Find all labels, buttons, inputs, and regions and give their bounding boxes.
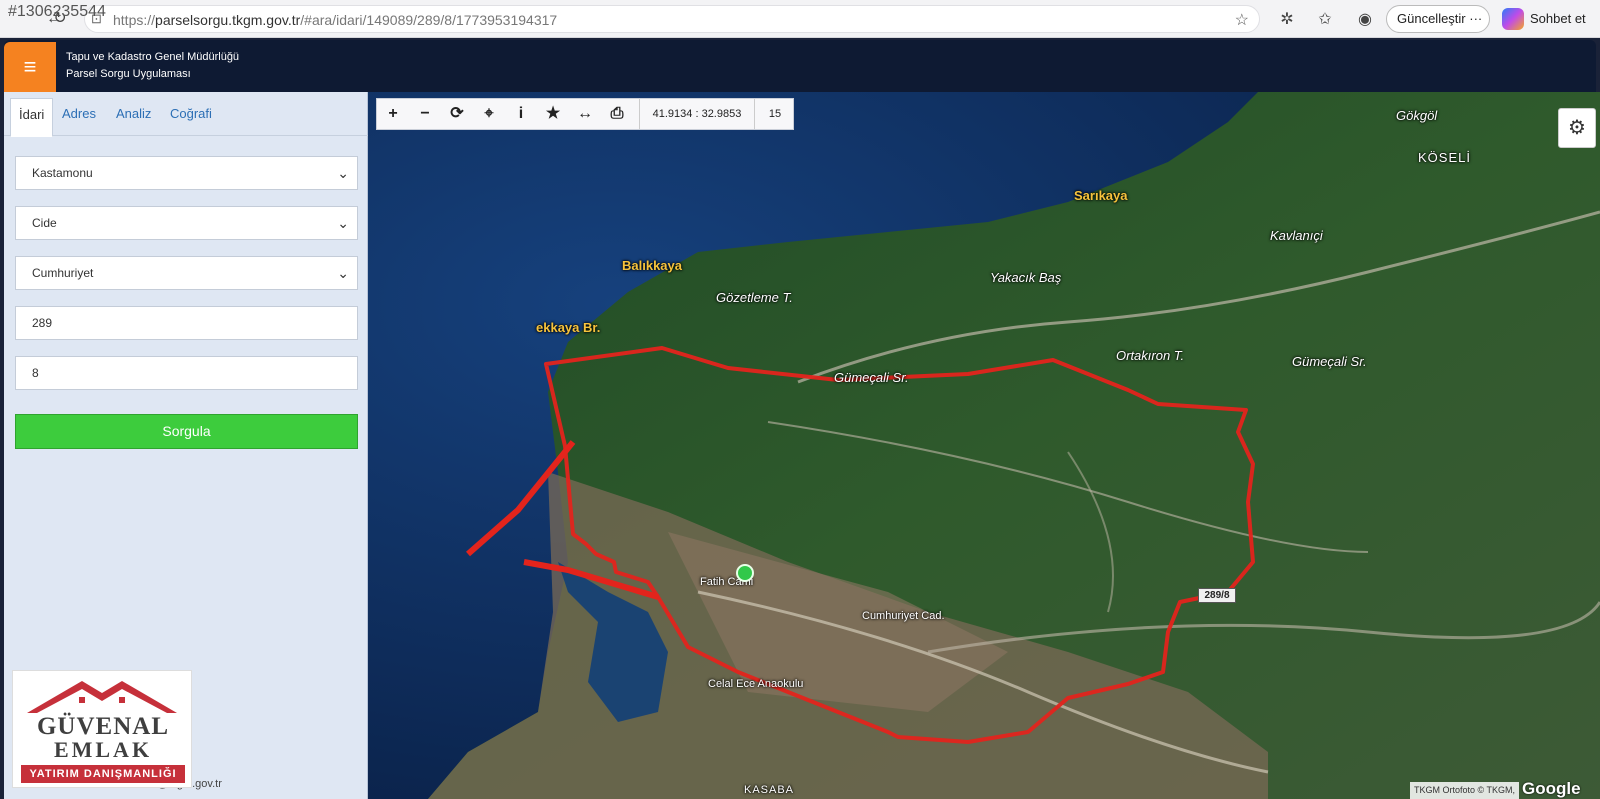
label-celal-ece: Celal Ece Anaokulu (708, 678, 804, 690)
favorite-star-icon[interactable]: ☆ (1235, 10, 1249, 30)
label-yakacik: Yakacık Baş (990, 270, 1062, 285)
app-header (4, 40, 1596, 92)
query-button[interactable]: Sorgula (15, 414, 358, 449)
profile-icon[interactable]: ◉ (1354, 9, 1376, 29)
locate-icon[interactable]: ⌖ (473, 99, 505, 129)
label-kavlanici: Kavlanıçi (1270, 228, 1323, 243)
measure-icon[interactable]: ↔ (569, 99, 601, 129)
map-toolbar: + − ⟳ ⌖ i ★ ↔ ⎙ 41.9134 : 32.9853 15 (376, 98, 794, 130)
parcel-number-label: 289/8 (1198, 588, 1236, 603)
district-select[interactable]: Cide ⌄ (15, 206, 358, 240)
url-text: https://parselsorgu.tkgm.gov.tr/#ara/ida… (113, 12, 558, 28)
gear-icon[interactable]: ⚙ (1558, 108, 1596, 148)
chevron-down-icon: ⌄ (337, 265, 349, 281)
label-sarikaya: Sarıkaya (1074, 188, 1128, 203)
label-ortakiron: Ortakıron T. (1116, 348, 1185, 363)
chevron-down-icon: ⌄ (337, 165, 349, 181)
label-gozetleme: Gözetleme T. (716, 290, 793, 305)
listing-id-watermark: #1306235544 (8, 3, 106, 20)
label-gokgol: Gökgöl (1396, 108, 1438, 123)
house-roof-icon (27, 681, 177, 713)
favorites-icon[interactable]: ✩ (1314, 9, 1336, 29)
app-title: Tapu ve Kadastro Genel Müdürlüğü Parsel … (66, 49, 239, 83)
browser-toolbar: ← ↻ ⊡ https://parselsorgu.tkgm.gov.tr/#a… (0, 0, 1600, 38)
parcel-input[interactable]: 8 (15, 356, 358, 390)
brand-logo: GÜVENAL EMLAK YATIRIM DANIŞMANLIĞI (12, 670, 192, 788)
brand-tagline: YATIRIM DANIŞMANLIĞI (21, 765, 185, 783)
extensions-icon[interactable]: ✲ (1276, 9, 1298, 29)
label-ekkaya: ekkaya Br. (536, 320, 601, 335)
label-gumecali-1: Gümeçali Sr. (834, 370, 909, 385)
brand-name-secondary: EMLAK (53, 737, 153, 762)
label-balikkaya: Balıkkaya (622, 258, 682, 273)
zoom-level: 15 (768, 108, 782, 120)
province-select[interactable]: Kastamonu ⌄ (15, 156, 358, 190)
label-gumecali-2: Gümeçali Sr. (1292, 354, 1367, 369)
tab-bar: İdari Adres Analiz Coğrafi (4, 92, 368, 137)
coordinate-readout: 41.9134 : 32.9853 (639, 99, 755, 129)
print-icon[interactable]: ⎙ (601, 99, 633, 129)
app-title-line1: Tapu ve Kadastro Genel Müdürlüğü (66, 51, 240, 63)
hamburger-menu-icon[interactable]: ≡ (4, 42, 56, 92)
tab-adres[interactable]: Adres (62, 106, 96, 121)
bookmark-star-icon[interactable]: ★ (537, 99, 569, 129)
map-attribution: TKGM Ortofoto © TKGM, (1410, 782, 1519, 799)
zoom-out-icon[interactable]: − (409, 99, 441, 129)
tab-cografi[interactable]: Coğrafi (170, 106, 212, 121)
copilot-icon (1502, 8, 1524, 30)
refresh-icon[interactable]: ⟳ (441, 99, 473, 129)
address-bar[interactable]: ⊡ https://parselsorgu.tkgm.gov.tr/#ara/i… (84, 5, 1260, 33)
mosque-pin-icon[interactable] (736, 564, 754, 582)
tab-analiz[interactable]: Analiz (116, 106, 151, 121)
label-koseli: KÖSELİ (1418, 150, 1471, 165)
info-icon[interactable]: i (505, 99, 537, 129)
app-title-line2: Parsel Sorgu Uygulaması (66, 68, 191, 80)
zoom-in-icon[interactable]: + (377, 99, 409, 129)
neighborhood-select[interactable]: Cumhuriyet ⌄ (15, 256, 358, 290)
google-logo: Google (1522, 779, 1581, 798)
copilot-button[interactable]: Sohbet et (1500, 6, 1586, 32)
satellite-imagery (368, 92, 1600, 799)
block-input[interactable]: 289 (15, 306, 358, 340)
update-button[interactable]: Güncelleştir ··· (1386, 5, 1490, 33)
label-cumhuriyet-cad: Cumhuriyet Cad. (862, 610, 945, 622)
map-view[interactable]: Gökgöl KÖSELİ Sarıkaya Kavlanıçi Balıkka… (368, 92, 1600, 799)
chevron-down-icon: ⌄ (337, 215, 349, 231)
label-kasaba: KASABA (744, 784, 795, 796)
tab-idari[interactable]: İdari (10, 98, 54, 137)
